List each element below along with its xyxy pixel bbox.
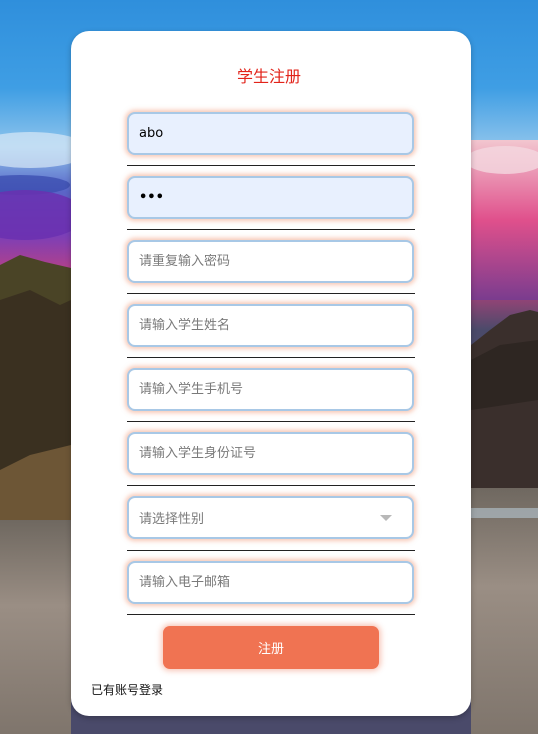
divider (127, 550, 415, 551)
id-card-field[interactable] (127, 432, 414, 475)
email-field[interactable] (127, 561, 414, 604)
username-field[interactable] (127, 112, 414, 155)
divider (127, 421, 415, 422)
divider (127, 293, 415, 294)
password-field[interactable] (127, 176, 414, 219)
divider (127, 229, 415, 230)
student-name-field[interactable] (127, 304, 414, 347)
phone-input[interactable] (139, 382, 412, 397)
id-card-input[interactable] (139, 446, 412, 461)
caret-down-icon (380, 514, 392, 521)
divider (127, 165, 415, 166)
page-title: 学生注册 (236, 67, 301, 86)
username-input[interactable] (139, 126, 412, 141)
register-button[interactable]: 注册 (163, 626, 379, 669)
confirm-password-field[interactable] (127, 240, 414, 283)
email-input[interactable] (139, 575, 412, 590)
gender-select[interactable]: 请选择性别 (127, 496, 414, 539)
phone-field[interactable] (127, 368, 414, 411)
divider (127, 357, 415, 358)
divider (127, 614, 415, 615)
divider (127, 485, 415, 486)
password-input[interactable] (139, 190, 412, 205)
login-link[interactable]: 已有账号登录 (91, 681, 163, 698)
gender-select-placeholder: 请选择性别 (139, 512, 205, 527)
confirm-password-input[interactable] (139, 254, 412, 269)
student-name-input[interactable] (139, 318, 412, 333)
